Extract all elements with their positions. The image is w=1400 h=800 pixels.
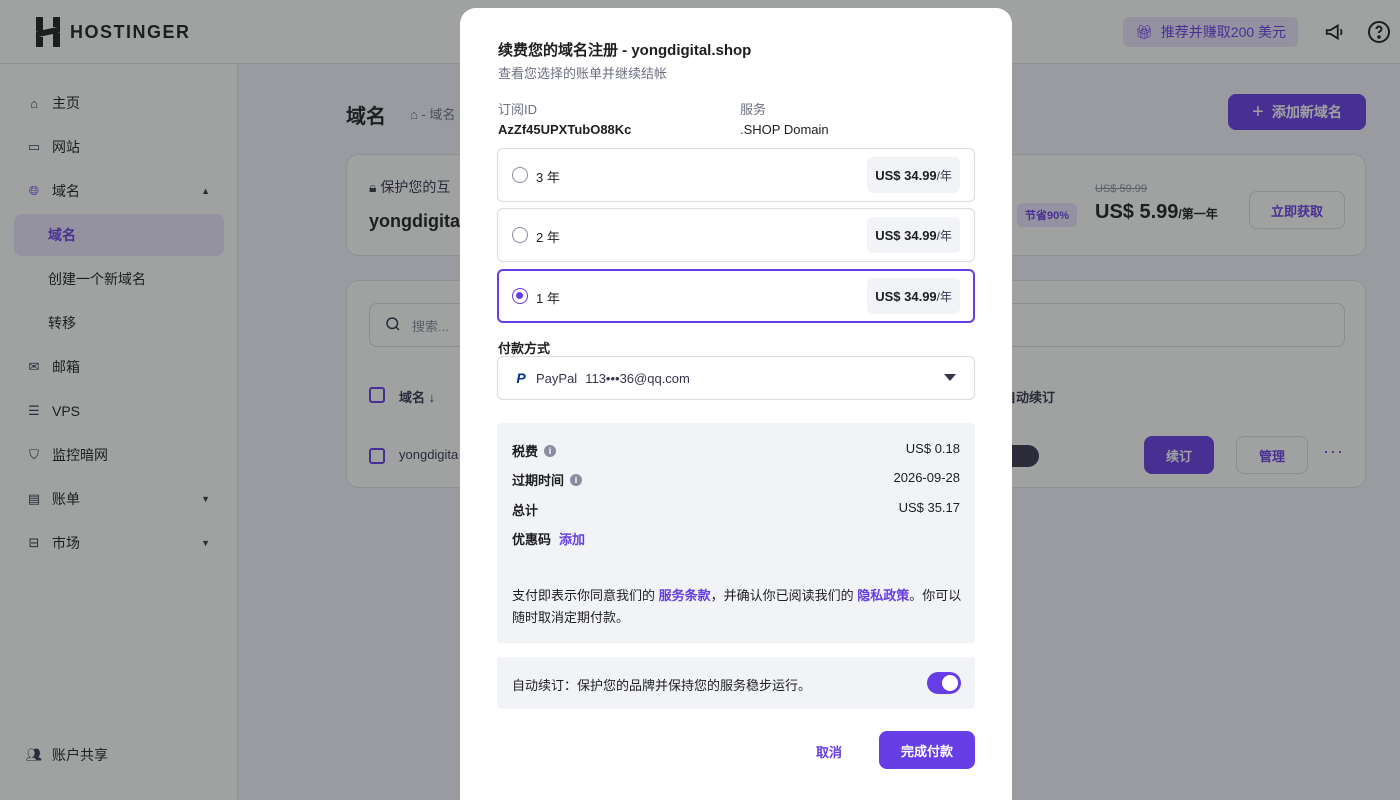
period-price-value: US$ 34.99: [875, 288, 937, 304]
total-value: US$ 35.17: [898, 500, 960, 515]
period-option-3-years[interactable]: 3 年 US$ 34.99/年: [497, 148, 975, 202]
order-summary: 税费 i US$ 0.18 过期时间 i 2026-09-28 总计 US$ 35.…: [497, 423, 975, 643]
tax-value: US$ 0.18: [905, 441, 960, 456]
period-price-unit: /年: [936, 289, 952, 304]
period-label: 2 年: [536, 230, 560, 245]
payment-account: 113•••36@qq.com: [585, 370, 690, 386]
subscription-id-label: 订阅ID: [498, 102, 538, 117]
subscription-id-value: AzZf45UPXTubO88Kc: [498, 122, 632, 137]
period-option-2-years[interactable]: 2 年 US$ 34.99/年: [497, 208, 975, 262]
total-row: 总计 US$ 35.17: [512, 500, 960, 519]
radio-button-selected[interactable]: [512, 288, 528, 304]
period-price: US$ 34.99/年: [867, 278, 960, 314]
complete-payment-button[interactable]: 完成付款: [879, 731, 975, 769]
period-price-unit: /年: [936, 228, 952, 243]
period-label: 1 年: [536, 291, 560, 306]
service-value: .SHOP Domain: [740, 122, 829, 137]
terms-of-service-link[interactable]: 服务条款: [659, 588, 711, 603]
auto-renew-panel: 自动续订：保护您的品牌并保持您的服务稳步运行。: [497, 657, 975, 709]
coupon-label: 优惠码: [512, 532, 552, 547]
period-price-value: US$ 34.99: [875, 167, 937, 183]
period-price-value: US$ 34.99: [875, 227, 937, 243]
tax-row: 税费 i US$ 0.18: [512, 441, 960, 460]
radio-button[interactable]: [512, 167, 528, 183]
tax-label: 税费: [512, 444, 539, 459]
info-icon[interactable]: i: [544, 444, 557, 457]
modal-title: 续费您的域名注册 - yongdigital.shop: [498, 42, 752, 59]
terms-part-2: ，并确认你已阅读我们的: [710, 588, 858, 603]
paypal-icon: P: [516, 370, 526, 386]
payment-method-label: 付款方式: [498, 341, 551, 356]
cancel-button[interactable]: 取消: [808, 740, 850, 762]
period-price-unit: /年: [936, 168, 952, 183]
auto-renew-toggle[interactable]: [927, 672, 961, 694]
expiry-label: 过期时间: [512, 473, 565, 488]
service-label: 服务: [740, 102, 767, 117]
terms-part-1: 支付即表示你同意我们的: [512, 588, 659, 603]
renew-domain-modal: 续费您的域名注册 - yongdigital.shop 查看您选择的账单并继续结…: [460, 8, 1012, 800]
coupon-row: 优惠码 添加: [512, 529, 960, 548]
add-coupon-link[interactable]: 添加: [559, 529, 585, 548]
expiry-value: 2026-09-28: [893, 470, 961, 485]
radio-button[interactable]: [512, 227, 528, 243]
modal-subtitle: 查看您选择的账单并继续结帐: [498, 66, 668, 81]
chevron-down-icon: [944, 374, 956, 381]
expiry-row: 过期时间 i 2026-09-28: [512, 470, 960, 489]
period-price: US$ 34.99/年: [867, 217, 960, 253]
privacy-policy-link[interactable]: 隐私政策: [857, 588, 909, 603]
period-label: 3 年: [536, 170, 560, 185]
payment-method-select[interactable]: P PayPal 113•••36@qq.com: [497, 356, 975, 400]
terms-text: 支付即表示你同意我们的 服务条款，并确认你已阅读我们的 隐私政策。你可以随时取消…: [512, 585, 964, 629]
info-icon[interactable]: i: [570, 473, 583, 486]
total-label: 总计: [512, 503, 539, 518]
period-option-1-year[interactable]: 1 年 US$ 34.99/年: [497, 269, 975, 323]
period-price: US$ 34.99/年: [867, 157, 960, 193]
auto-renew-text: 自动续订：保护您的品牌并保持您的服务稳步运行。: [512, 678, 812, 693]
payment-method-name: PayPal: [536, 370, 578, 386]
